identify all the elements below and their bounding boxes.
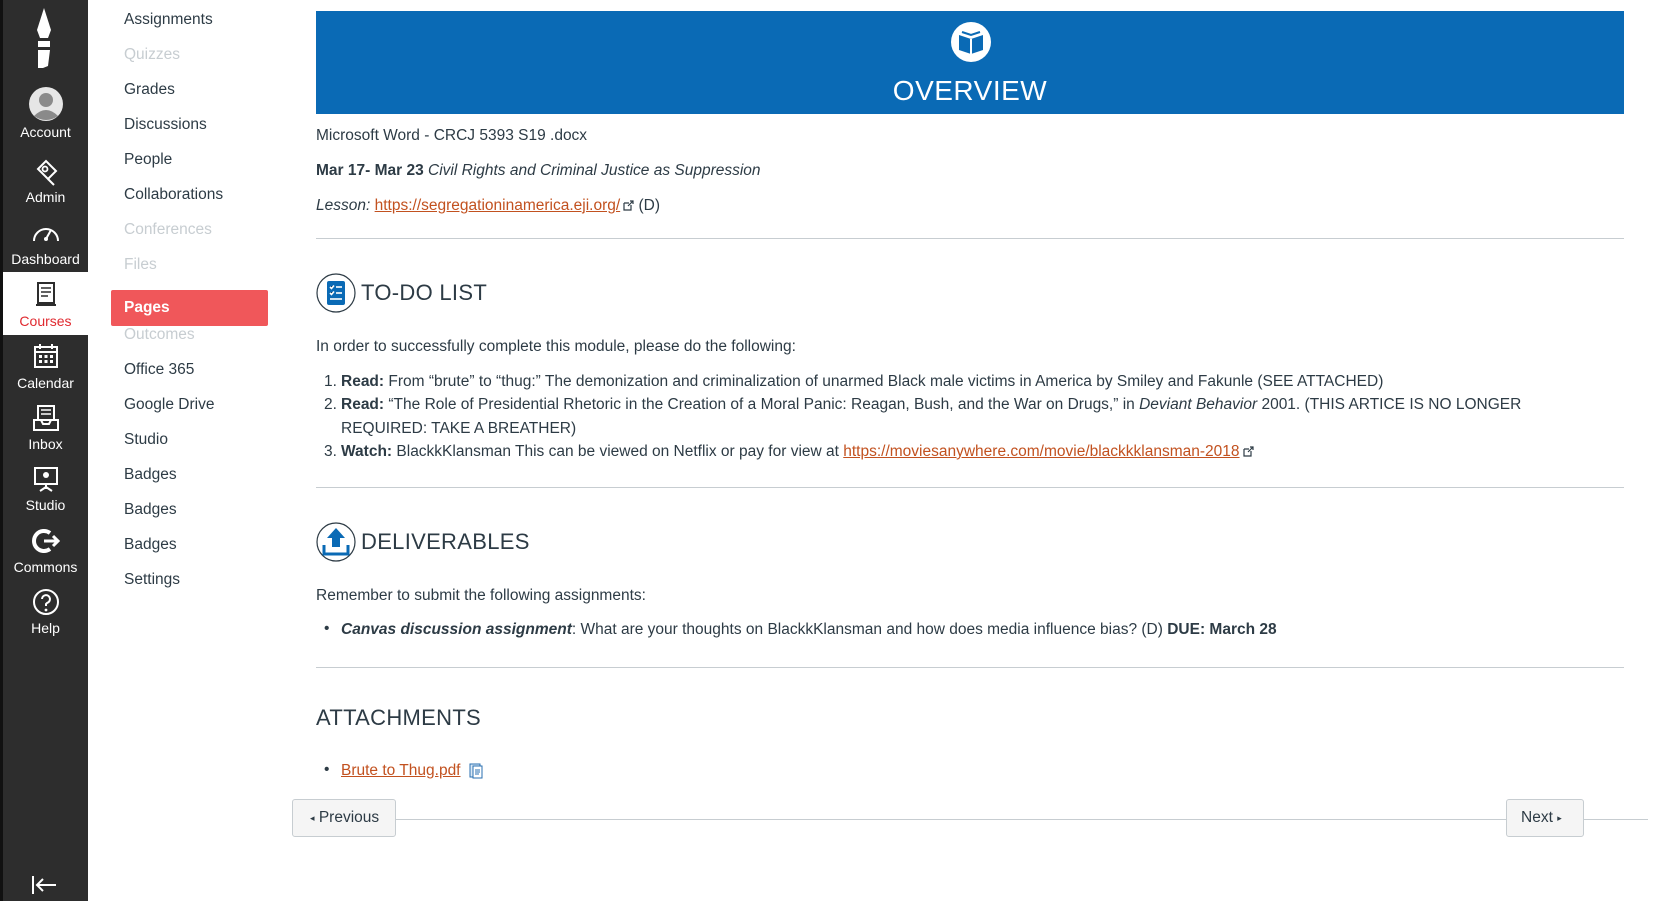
course-nav-studio[interactable]: Studio: [124, 431, 168, 449]
deliverables-title: DELIVERABLES: [361, 529, 530, 554]
institution-logo-icon[interactable]: [29, 8, 59, 68]
global-nav-label: Account: [20, 124, 71, 140]
inbox-icon: [32, 405, 59, 431]
global-nav-calendar[interactable]: Calendar: [3, 341, 88, 391]
global-nav-label: Help: [31, 620, 60, 636]
divider: [316, 238, 1624, 239]
course-nav-office-365[interactable]: Office 365: [124, 361, 194, 379]
global-nav-label: Courses: [19, 313, 72, 329]
external-link-icon: [623, 200, 634, 212]
module-dates: Mar 17- Mar 23 Civil Rights and Criminal…: [316, 162, 761, 180]
previous-button[interactable]: ◂ Previous: [292, 799, 396, 837]
course-nav-grades[interactable]: Grades: [124, 81, 175, 99]
todo-title: TO-DO LIST: [361, 280, 488, 305]
commons-icon: [31, 529, 60, 553]
courses-icon: [35, 282, 56, 306]
attachment-link[interactable]: Brute to Thug.pdf: [341, 762, 461, 779]
course-nav-outcomes[interactable]: Outcomes: [124, 326, 195, 344]
lesson-line: Lesson: https://segregationinamerica.eji…: [316, 197, 660, 215]
global-nav-studio[interactable]: Studio: [3, 463, 88, 513]
global-nav-label: Studio: [25, 497, 66, 513]
lesson-suffix: (D): [638, 197, 661, 214]
doc-title: Microsoft Word - CRCJ 5393 S19 .docx: [316, 127, 588, 144]
course-nav-people[interactable]: People: [124, 151, 172, 169]
studio-icon: [33, 467, 58, 492]
global-nav-label: Calendar: [17, 375, 74, 391]
global-nav-inbox[interactable]: Inbox: [3, 402, 88, 452]
lesson-label: Lesson:: [316, 197, 371, 214]
module-topic: Civil Rights and Criminal Justice as Sup…: [428, 162, 761, 179]
next-label: Next: [1521, 809, 1553, 827]
global-nav-commons[interactable]: Commons: [3, 525, 88, 575]
todo-intro: In order to successfully complete this m…: [316, 338, 796, 355]
deliverable-label: Canvas discussion assignment: [341, 621, 572, 638]
course-nav-conferences[interactable]: Conferences: [124, 221, 212, 239]
bullet: •: [324, 620, 330, 637]
course-nav-pages-label: Pages: [124, 299, 170, 316]
course-nav-pages[interactable]: Pages: [111, 290, 268, 326]
footer-divider: [304, 819, 1648, 820]
course-nav-assignments[interactable]: Assignments: [124, 11, 213, 29]
global-nav-label: Inbox: [28, 436, 63, 452]
global-nav-courses[interactable]: Courses: [3, 272, 88, 335]
item-label: Read:: [341, 373, 385, 390]
file-preview-icon[interactable]: [469, 763, 483, 779]
list-item: Canvas discussion assignment: What are y…: [341, 621, 1277, 639]
caret-left-icon: ◂: [310, 813, 315, 823]
course-nav-files[interactable]: Files: [124, 256, 157, 274]
divider: [316, 487, 1624, 488]
global-nav-label: Admin: [25, 189, 66, 205]
item-text: “The Role of Presidential Rhetoric in th…: [388, 396, 1140, 413]
due-date: DUE: March 28: [1167, 621, 1277, 638]
divider: [316, 667, 1624, 668]
external-link-icon: [1242, 446, 1254, 458]
global-nav-label: Dashboard: [11, 251, 80, 267]
attachments-title: ATTACHMENTS: [316, 705, 482, 730]
account-icon: [28, 87, 63, 121]
global-nav-account[interactable]: Account: [3, 86, 88, 140]
list-number: 1.: [324, 373, 337, 390]
course-nav-badges[interactable]: Badges: [124, 466, 177, 484]
item-label: Watch:: [341, 443, 393, 460]
list-number: 2.: [324, 396, 337, 413]
course-nav-badges[interactable]: Badges: [124, 501, 177, 519]
course-nav-google-drive[interactable]: Google Drive: [124, 396, 214, 414]
global-nav-label: Commons: [13, 559, 78, 575]
course-nav-settings[interactable]: Settings: [124, 571, 180, 589]
item-text: From “brute” to “thug:” The demonization…: [388, 373, 1384, 390]
global-nav-admin[interactable]: Admin: [3, 155, 88, 205]
global-nav-dashboard[interactable]: Dashboard: [3, 217, 88, 267]
checklist-icon: [316, 273, 356, 313]
previous-label: Previous: [318, 809, 380, 827]
caret-right-icon: ▸: [1557, 813, 1562, 823]
list-number: 3.: [324, 443, 337, 460]
bullet: •: [324, 761, 330, 778]
item-text: BlackkKlansman This can be viewed on Net…: [396, 443, 844, 460]
deliverables-intro: Remember to submit the following assignm…: [316, 587, 646, 604]
collapse-nav-icon[interactable]: [30, 874, 58, 896]
dashboard-icon: [32, 228, 59, 242]
course-nav-discussions[interactable]: Discussions: [124, 116, 207, 134]
course-nav-quizzes[interactable]: Quizzes: [124, 46, 180, 64]
global-nav-help[interactable]: Help: [3, 586, 88, 636]
next-button[interactable]: Next ▸: [1506, 799, 1584, 837]
calendar-icon: [33, 344, 58, 368]
page-title: OVERVIEW: [892, 75, 1048, 106]
upload-icon: [316, 522, 356, 562]
course-nav-collaborations[interactable]: Collaborations: [124, 186, 223, 204]
open-book-icon: [951, 22, 991, 62]
admin-icon: [36, 159, 57, 186]
movie-link[interactable]: https://moviesanywhere.com/movie/blackkk…: [843, 443, 1239, 460]
lesson-link[interactable]: https://segregationinamerica.eji.org/: [375, 197, 621, 214]
overview-banner: OVERVIEW: [316, 11, 1624, 114]
item-label: Read:: [341, 396, 385, 413]
course-nav-badges[interactable]: Badges: [124, 536, 177, 554]
deliverable-text: : What are your thoughts on BlackkKlansm…: [571, 621, 1168, 638]
dates-label: Mar 17- Mar 23: [316, 162, 424, 179]
global-navigation: Account Admin Dashboard Courses Calendar…: [0, 0, 88, 901]
journal-title: Deviant Behavior: [1139, 396, 1258, 413]
help-icon: [32, 589, 59, 615]
attachment-item: Brute to Thug.pdf: [341, 762, 483, 780]
